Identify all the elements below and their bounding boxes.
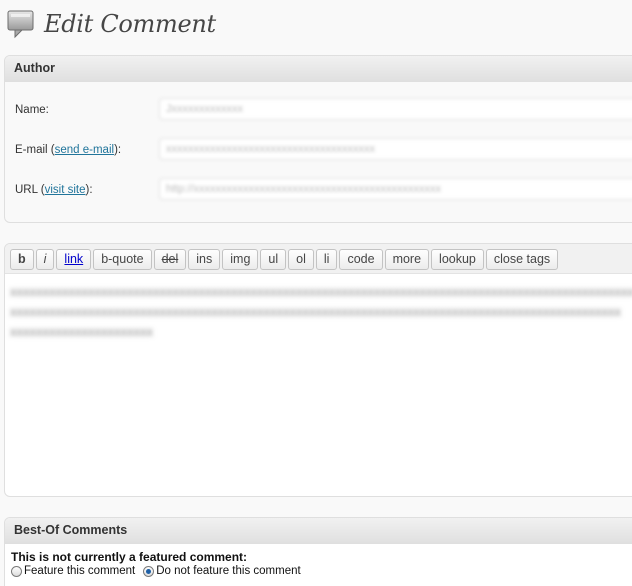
qt-link-button[interactable]: link xyxy=(56,249,92,270)
qt-ol-button[interactable]: ol xyxy=(288,249,314,270)
email-label: E-mail (send e-mail): xyxy=(15,144,122,156)
featured-status: This is not currently a featured comment… xyxy=(11,550,248,564)
feature-radio[interactable] xyxy=(11,565,22,577)
url-label: URL (visit site): xyxy=(15,184,93,196)
qt-img-button[interactable]: img xyxy=(222,249,259,270)
no-feature-option-label: Do not feature this comment xyxy=(156,565,301,577)
no-feature-radio[interactable] xyxy=(143,565,155,577)
name-label: Name: xyxy=(15,104,49,116)
qt-ul-button[interactable]: ul xyxy=(260,249,287,270)
bestof-box-title: Best-Of Comments xyxy=(5,518,632,544)
name-row: Name: xyxy=(15,98,632,122)
page-title: Edit Comment xyxy=(44,10,216,38)
no-feature-option[interactable]: Do not feature this comment xyxy=(143,564,301,578)
feature-options: Feature this comment Do not feature this… xyxy=(11,564,632,578)
feature-option-label: Feature this comment xyxy=(24,565,136,577)
comment-bubble-icon xyxy=(6,9,36,39)
feature-option[interactable]: Feature this comment xyxy=(11,564,135,578)
url-row: URL (visit site): xyxy=(15,178,632,202)
page-header: Edit Comment xyxy=(6,6,216,42)
qt-blockquote-button[interactable]: b-quote xyxy=(93,249,152,270)
qt-code-button[interactable]: code xyxy=(339,249,383,270)
email-row: E-mail (send e-mail): xyxy=(15,138,632,162)
qt-italic-button[interactable]: i xyxy=(35,249,55,270)
qt-ins-button[interactable]: ins xyxy=(188,249,221,270)
author-box-title: Author xyxy=(5,56,632,82)
quicktags-toolbar: b i link b-quote del ins img ul ol li co… xyxy=(5,244,632,274)
email-input[interactable] xyxy=(159,138,632,160)
qt-del-button[interactable]: del xyxy=(153,249,187,270)
qt-bold-button[interactable]: b xyxy=(10,249,34,270)
comment-editor: b i link b-quote del ins img ul ol li co… xyxy=(4,243,632,497)
bestof-body: This is not currently a featured comment… xyxy=(5,544,632,585)
send-email-link[interactable]: send e-mail xyxy=(55,144,114,156)
url-input[interactable] xyxy=(159,178,632,200)
comment-textarea[interactable]: xxxxxxxxxxxxxxxxxxxxxxxxxxxxxxxxxxxxxxxx… xyxy=(5,276,632,496)
qt-more-button[interactable]: more xyxy=(384,249,430,270)
qt-lookup-button[interactable]: lookup xyxy=(431,249,484,270)
bestof-box: Best-Of Comments This is not currently a… xyxy=(4,517,632,586)
qt-li-button[interactable]: li xyxy=(315,249,338,270)
visit-site-link[interactable]: visit site xyxy=(45,184,86,196)
qt-close-tags-button[interactable]: close tags xyxy=(485,249,559,270)
name-input[interactable] xyxy=(159,98,632,120)
